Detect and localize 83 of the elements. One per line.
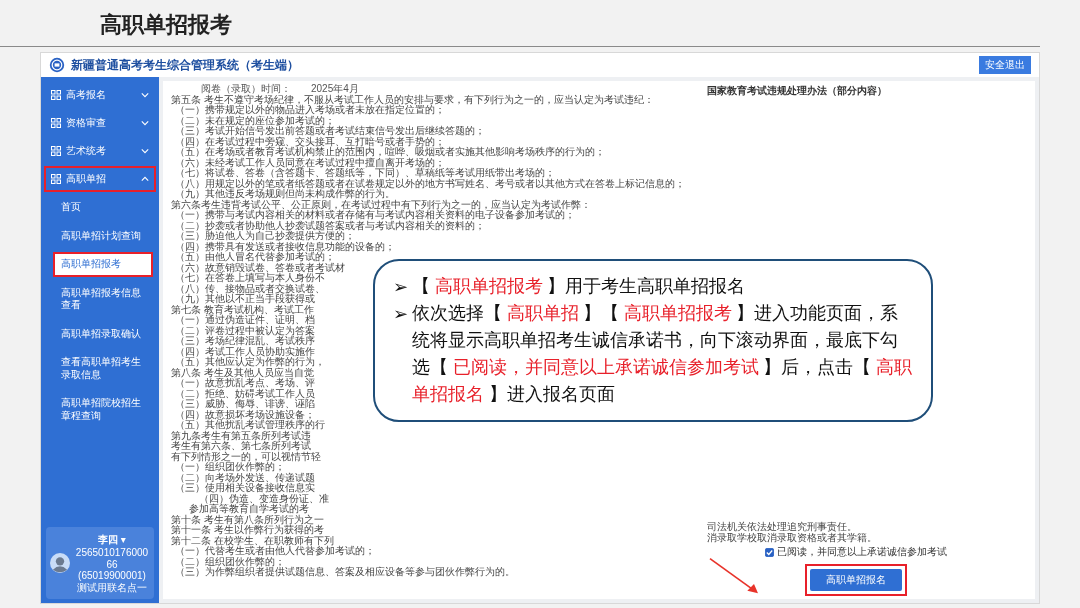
document-line: 第十一条 考生以作弊行为获得的考: [171, 525, 324, 535]
date-label: 阅卷（录取）时间：: [201, 84, 291, 94]
document-line: （二）向考场外发送、传递试题: [174, 472, 315, 483]
document-line: （三）考试开始信号发出前答题或者考试结束信号发出后继续答题的；: [174, 126, 485, 137]
sidebar-submenu-item[interactable]: 高职单招报考: [53, 252, 153, 277]
app-title: 新疆普通高考考生综合管理系统（考生端）: [71, 56, 299, 74]
document-line: （四）在考试过程中旁窥、交头接耳、互打暗号或者手势的；: [174, 136, 445, 147]
document-line: （二）组织团伙作弊的；: [174, 556, 285, 567]
document-line: （三）为作弊组织者提供试题信息、答案及相应设备等参与团伙作弊行为的。: [174, 567, 515, 578]
bullet-marker: ➢: [393, 302, 409, 326]
chevron-down-icon: [141, 92, 149, 98]
user-name[interactable]: 李四 ▾: [98, 533, 126, 547]
callout-text: 依次选择【 高职单招 】【 高职单招报考 】进入功能页面，系统将显示高职单招考生诚信承诺书，向下滚动界面，最底下勾选【 已阅读，并同意以上承诺诚信参加考试 】后，点击【 高职单招报名 】进入报名页面: [412, 302, 913, 406]
logout-button[interactable]: 安全退出: [979, 56, 1031, 74]
document-line: （五）其他扰乱考试管理秩序的行: [174, 420, 325, 431]
user-id: 256501017600066: [74, 547, 150, 570]
sidebar-submenu-item[interactable]: 高职单招计划查询: [53, 223, 153, 248]
document-line: 第八条 考生及其他人员应当自觉: [171, 367, 314, 378]
document-line: （一）携带规定以外的物品进入考场或者未放在指定位置的；: [174, 105, 445, 116]
document-line: （二）拒绝、妨碍考试工作人员: [174, 388, 315, 399]
register-button[interactable]: 高职单招报名: [810, 569, 902, 591]
document-line: （四）携带具有发送或者接收信息功能的设备的；: [174, 241, 395, 252]
sidebar-menu-item[interactable]: 高职单招: [44, 166, 156, 192]
chevron-down-icon: [141, 120, 149, 126]
checkbox[interactable]: [765, 547, 774, 557]
document-line: （一）故意扰乱考点、考场、评: [175, 378, 315, 389]
chevron-up-icon: [141, 176, 149, 182]
document-line: （五）在考场或者教育考试机构禁止的范围内，喧哗、吸烟或者实施其他影响考场秩序的行为的；: [174, 147, 605, 157]
document-line: 消录取学校取消录取资格或者其学籍。: [707, 532, 877, 543]
document-line: （三）考场纪律混乱、考试秩序: [174, 336, 315, 347]
document-line: （八）传、接物品或者交换试卷、: [174, 283, 325, 294]
document-line: 第十条 考生有第八条所列行为之一: [171, 514, 324, 525]
callout-text: 【 高职单招报考 】用于考生高职单招报名: [412, 275, 746, 298]
document-title: 国家教育考试违规处理办法（部分内容）: [707, 84, 888, 98]
document-line: （五）由他人冒名代替参加考试的；: [174, 252, 335, 263]
document-line: 司法机关依法处理追究刑事责任。: [707, 522, 857, 532]
document-line: 第六条考生违背考试公平、公正原则，在考试过程中有下列行为之一的，应当认定为考试作弊：: [171, 199, 591, 210]
document-line: 有下列情形之一的，可以视情节轻: [171, 451, 321, 462]
agreement-label: 已阅读，并同意以上承诺诚信参加考试: [777, 545, 947, 559]
document-line: （四）故意损坏考场设施设备；: [174, 409, 315, 420]
emblem-icon: [49, 57, 65, 73]
sidebar-menu-item[interactable]: 资格审查: [44, 110, 156, 136]
document-line: （四）伪造、变造身份证、准: [199, 493, 329, 504]
sidebar-submenu-item[interactable]: 高职单招院校招生章程查询: [53, 391, 153, 428]
sidebar-submenu-item[interactable]: 首页: [53, 195, 153, 220]
grid-icon: [51, 146, 61, 156]
date-value: 2025年4月: [311, 84, 359, 94]
document-line: （六）未经考试工作人员同意在考试过程中擅自离开考场的；: [174, 157, 445, 168]
document-line: （五）其他应认定为作弊的行为，: [174, 357, 325, 367]
chevron-down-icon: [141, 148, 149, 154]
document-line: 第七条 教育考试机构、考试工作: [171, 304, 314, 315]
bullet-marker: ➢: [393, 275, 409, 299]
slide-title: 高职单招报考: [100, 11, 232, 39]
grid-icon: [51, 174, 61, 184]
grid-icon: [51, 118, 61, 128]
document-line: （二）抄袭或者协助他人抄袭试题答案或者与考试内容相关的资料的；: [174, 220, 485, 231]
document-line: （七）在答卷上填写与本人身份不: [174, 273, 325, 284]
document-line: 考生有第六条、第七条所列考试: [171, 441, 311, 452]
document-line: （三）威胁、侮辱、诽谤、诬陷: [174, 399, 315, 410]
document-line: （一）代替考生或者由他人代替参加考试的；: [175, 546, 375, 556]
sidebar-menu-item[interactable]: 艺术统考: [44, 138, 156, 164]
document-line: （三）胁迫他人为自己抄袭提供方便的；: [174, 231, 355, 242]
pointer-arrow: [707, 556, 761, 596]
sidebar-menu-item[interactable]: 高考报名: [44, 82, 156, 108]
document-line: （一）组织团伙作弊的；: [175, 462, 285, 473]
sidebar-submenu-item[interactable]: 高职单招报考信息查看: [53, 280, 153, 318]
document-line: 第五条 考生不遵守考场纪律，不服从考试工作人员的安排与要求，有下列行为之一的，应当认定为考试违纪：: [171, 94, 654, 105]
document-line: 第九条考生有第五条所列考试违: [171, 430, 311, 441]
avatar-icon: [50, 553, 70, 573]
document-line: （三）使用相关设备接收信息实: [174, 483, 315, 494]
document-line: 第十二条 在校学生、在职教师有下列: [171, 535, 334, 546]
document-line: 参加高等教育自学考试的考: [189, 504, 309, 515]
document-line: （九）其他违反考场规则但尚未构成作弊的行为。: [174, 189, 395, 199]
sidebar-submenu-item[interactable]: 高职单招录取确认: [53, 321, 153, 346]
document-line: （二）未在规定的座位参加考试的；: [174, 115, 335, 126]
sidebar-submenu-item[interactable]: 查看高职单招考生录取信息: [53, 350, 153, 387]
document-line: （八）用规定以外的笔或者纸答题或者在试卷规定以外的地方书写姓名、考号或者以其他方式在答卷上标记信息的；: [174, 178, 685, 189]
document-line: （二）评卷过程中被认定为答案: [174, 325, 315, 336]
document-line: （九）其他以不正当手段获得或: [174, 294, 315, 304]
grid-icon: [51, 90, 61, 100]
document-line: （四）考试工作人员协助实施作: [174, 346, 315, 357]
document-line: （六）故意销毁试卷、答卷或者考试材: [174, 262, 345, 273]
user-organization: (65019900001)测试用联名点一: [76, 570, 148, 593]
